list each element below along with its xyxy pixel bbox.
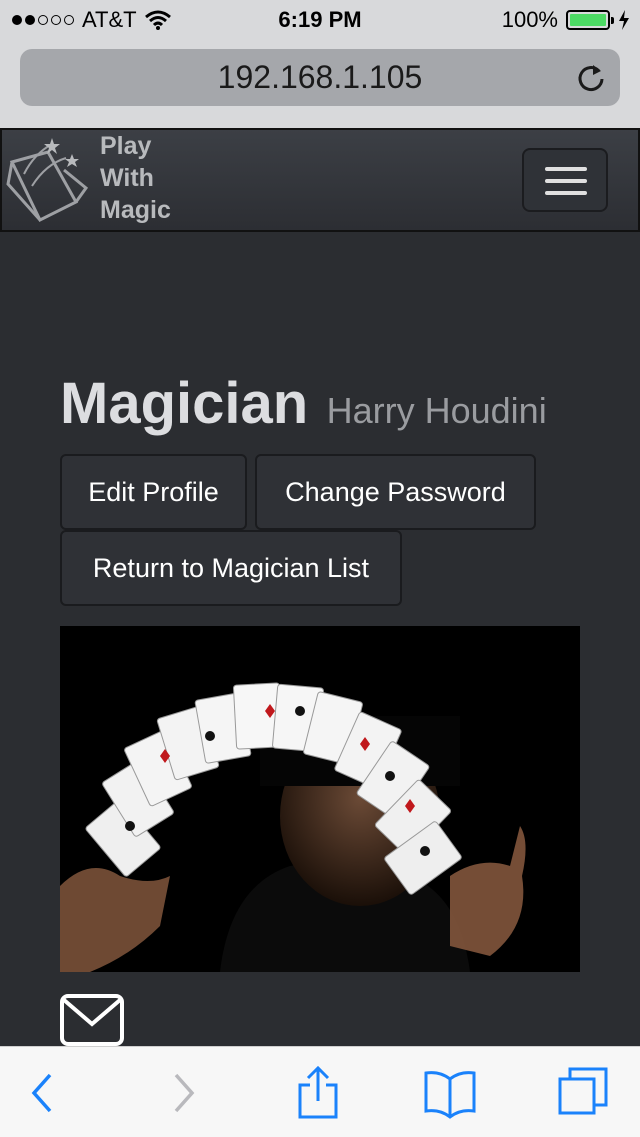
site-navbar: Play With Magic: [0, 128, 640, 232]
battery-icon: [566, 10, 614, 30]
browser-address-area: 192.168.1.105: [0, 40, 640, 128]
bookmarks-icon[interactable]: [422, 1065, 478, 1121]
url-text[interactable]: 192.168.1.105: [20, 59, 620, 96]
hamburger-menu-button[interactable]: [522, 148, 608, 212]
back-icon[interactable]: [16, 1065, 72, 1121]
brand-name[interactable]: Play With Magic: [100, 130, 220, 226]
charging-icon: [619, 10, 629, 30]
status-bar: AT&T 6:19 PM 100%: [0, 0, 640, 40]
address-bar[interactable]: 192.168.1.105: [20, 49, 620, 106]
page-heading: Magician Harry Houdini: [60, 370, 547, 437]
page-title: Magician: [60, 371, 309, 436]
magic-book-logo[interactable]: [4, 136, 96, 228]
browser-toolbar: [0, 1046, 640, 1137]
edit-profile-button[interactable]: Edit Profile: [60, 454, 247, 530]
hamburger-menu-icon: [545, 167, 587, 171]
change-password-button[interactable]: Change Password: [255, 454, 536, 530]
forward-icon: [174, 1073, 195, 1113]
magician-name: Harry Houdini: [326, 390, 547, 431]
tabs-icon[interactable]: [556, 1065, 612, 1121]
envelope-icon[interactable]: [60, 994, 124, 1046]
battery-percent: 100%: [501, 7, 558, 32]
share-icon[interactable]: [290, 1065, 346, 1121]
reload-icon[interactable]: [576, 63, 606, 93]
return-to-list-button[interactable]: Return to Magician List: [60, 530, 402, 606]
magician-card-fan-photo: [60, 626, 580, 972]
